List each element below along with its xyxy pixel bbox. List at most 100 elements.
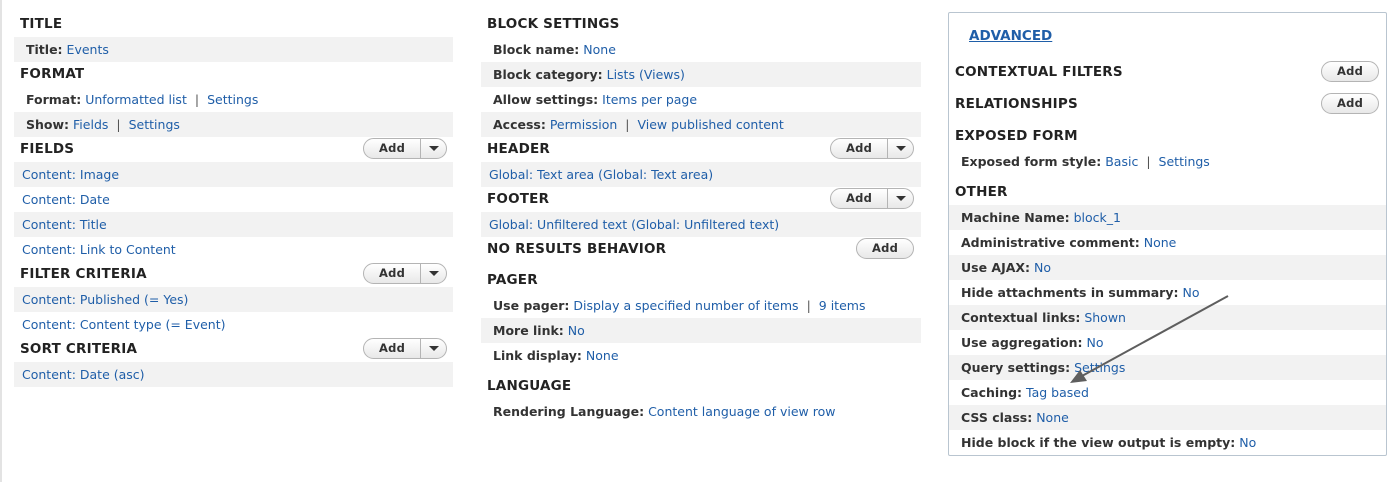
other-row-css-class: CSS class: None: [949, 405, 1386, 430]
relationships-heading: RELATIONSHIPS Add: [949, 92, 1386, 117]
other-row-contextual-links: Contextual links: Shown: [949, 305, 1386, 330]
filter-heading: FILTER CRITERIA Add: [14, 262, 453, 287]
fields-heading: FIELDS Add: [14, 137, 453, 162]
chevron-down-icon: [428, 146, 439, 151]
hide-attachments-link[interactable]: No: [1182, 285, 1199, 300]
block-name-row: Block name: None: [493, 42, 616, 57]
exposed-style-link[interactable]: Basic: [1105, 154, 1138, 169]
exposed-form-heading: EXPOSED FORM: [955, 128, 1078, 144]
format-row: Format: Unformatted list | Settings: [26, 92, 259, 107]
block-name-link[interactable]: None: [583, 42, 616, 57]
chevron-down-icon: [428, 346, 439, 351]
other-row-hide-attachments: Hide attachments in summary: No: [961, 285, 1200, 300]
link-display-link[interactable]: None: [586, 348, 619, 363]
rendering-language-link[interactable]: Content language of view row: [648, 404, 835, 419]
css-class-link[interactable]: None: [1036, 410, 1069, 425]
contextual-filters-heading: CONTEXTUAL FILTERS Add: [949, 60, 1386, 85]
no-results-add-button-group[interactable]: Add: [856, 238, 914, 259]
chevron-down-icon: [895, 196, 906, 201]
format-value-link[interactable]: Unformatted list: [85, 92, 187, 107]
field-item[interactable]: Content: Link to Content: [14, 237, 453, 262]
machine-name-link[interactable]: block_1: [1074, 210, 1121, 225]
hide-block-link[interactable]: No: [1239, 435, 1256, 450]
footer-add-button[interactable]: Add: [831, 189, 887, 208]
no-results-heading: NO RESULTS BEHAVIOR Add: [481, 237, 921, 262]
pager-heading: PAGER: [487, 272, 538, 288]
contextual-filters-add-button[interactable]: Add: [1322, 62, 1378, 81]
admin-comment-link[interactable]: None: [1144, 235, 1177, 250]
fields-add-button-group[interactable]: Add: [363, 138, 447, 159]
header-item[interactable]: Global: Text area (Global: Text area): [481, 162, 921, 187]
language-heading: LANGUAGE: [487, 378, 572, 394]
footer-heading: FOOTER Add: [481, 187, 921, 212]
advanced-panel: ADVANCED CONTEXTUAL FILTERS Add RELATION…: [948, 12, 1387, 456]
header-heading: HEADER Add: [481, 137, 921, 162]
chevron-down-icon: [895, 146, 906, 151]
column-settings: BLOCK SETTINGS Block name: None Block ca…: [481, 12, 921, 424]
footer-add-button-group[interactable]: Add: [830, 188, 914, 209]
other-row-machine-name: Machine Name: block_1: [949, 205, 1386, 230]
sort-add-button-group[interactable]: Add: [363, 338, 447, 359]
block-category-row: Block category: Lists (Views): [481, 62, 921, 87]
link-display-row: Link display: None: [493, 348, 619, 363]
use-pager-link[interactable]: Display a specified number of items: [573, 298, 798, 313]
contextual-links-link[interactable]: Shown: [1084, 310, 1126, 325]
header-add-button-group[interactable]: Add: [830, 138, 914, 159]
use-ajax-link[interactable]: No: [1034, 260, 1051, 275]
show-settings-link[interactable]: Settings: [129, 117, 180, 132]
other-row-admin-comment: Administrative comment: None: [961, 235, 1177, 250]
no-results-add-button[interactable]: Add: [857, 239, 913, 258]
use-aggregation-link[interactable]: No: [1087, 335, 1104, 350]
filter-item[interactable]: Content: Content type (= Event): [14, 312, 453, 337]
chevron-down-icon: [428, 271, 439, 276]
format-heading: FORMAT: [20, 66, 85, 82]
field-item[interactable]: Content: Image: [14, 162, 453, 187]
header-add-button[interactable]: Add: [831, 139, 887, 158]
other-row-caching: Caching: Tag based: [961, 385, 1089, 400]
sort-dropdown-toggle[interactable]: [420, 339, 446, 358]
filter-item[interactable]: Content: Published (= Yes): [14, 287, 453, 312]
contextual-filters-add-button-group[interactable]: Add: [1321, 61, 1379, 82]
more-link-link[interactable]: No: [568, 323, 585, 338]
sort-item[interactable]: Content: Date (asc): [14, 362, 453, 387]
field-item[interactable]: Content: Title: [14, 212, 453, 237]
other-row-hide-block: Hide block if the view output is empty: …: [961, 435, 1257, 450]
filter-dropdown-toggle[interactable]: [420, 264, 446, 283]
show-value-link[interactable]: Fields: [73, 117, 108, 132]
use-pager-row: Use pager: Display a specified number of…: [493, 298, 866, 313]
header-dropdown-toggle[interactable]: [887, 139, 913, 158]
show-row: Show: Fields | Settings: [14, 112, 453, 137]
fields-dropdown-toggle[interactable]: [420, 139, 446, 158]
other-row-query-settings: Query settings: Settings: [949, 355, 1386, 380]
allow-settings-row: Allow settings: Items per page: [493, 92, 698, 107]
format-settings-link[interactable]: Settings: [207, 92, 258, 107]
allow-settings-link[interactable]: Items per page: [602, 92, 697, 107]
exposed-settings-link[interactable]: Settings: [1159, 154, 1210, 169]
advanced-toggle-link[interactable]: ADVANCED: [969, 28, 1052, 44]
field-item[interactable]: Content: Date: [14, 187, 453, 212]
access-link[interactable]: Permission: [550, 117, 617, 132]
more-link-row: More link: No: [481, 318, 921, 343]
relationships-add-button[interactable]: Add: [1322, 94, 1378, 113]
fields-add-button[interactable]: Add: [364, 139, 420, 158]
rendering-language-row: Rendering Language: Content language of …: [493, 404, 836, 419]
other-row-use-ajax: Use AJAX: No: [949, 255, 1386, 280]
block-settings-heading: BLOCK SETTINGS: [487, 16, 620, 32]
filter-add-button-group[interactable]: Add: [363, 263, 447, 284]
footer-item[interactable]: Global: Unfiltered text (Global: Unfilte…: [481, 212, 921, 237]
query-settings-link[interactable]: Settings: [1074, 360, 1125, 375]
page-edge: [0, 0, 2, 482]
other-row-use-aggregation: Use aggregation: No: [961, 335, 1104, 350]
title-row[interactable]: Title: Events: [14, 37, 453, 62]
caching-link[interactable]: Tag based: [1026, 385, 1089, 400]
exposed-style-row: Exposed form style: Basic | Settings: [961, 154, 1210, 169]
block-category-link[interactable]: Lists (Views): [607, 67, 685, 82]
footer-dropdown-toggle[interactable]: [887, 189, 913, 208]
relationships-add-button-group[interactable]: Add: [1321, 93, 1379, 114]
title-value-link[interactable]: Events: [67, 42, 109, 57]
filter-add-button[interactable]: Add: [364, 264, 420, 283]
pager-count-link[interactable]: 9 items: [819, 298, 866, 313]
access-detail-link[interactable]: View published content: [637, 117, 783, 132]
other-heading: OTHER: [955, 184, 1008, 200]
sort-add-button[interactable]: Add: [364, 339, 420, 358]
